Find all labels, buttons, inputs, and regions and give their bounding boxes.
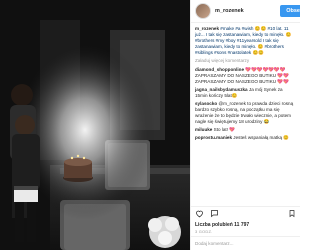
avatar[interactable] bbox=[195, 3, 211, 19]
post-photo[interactable] bbox=[0, 0, 190, 250]
comment-text: Sto lat! 💖 bbox=[213, 127, 235, 132]
add-comment-input[interactable]: Dodaj komentarz... bbox=[191, 236, 300, 250]
heart-icon[interactable] bbox=[195, 205, 204, 223]
caption-username[interactable]: m_rozenek bbox=[195, 26, 219, 31]
action-bar bbox=[191, 206, 300, 220]
comment-item: jagna_nailsbydamuszka Ja mój Synek za 15… bbox=[195, 87, 296, 99]
comment-username[interactable]: sylasocko bbox=[195, 101, 217, 106]
like-count[interactable]: Liczba polubień 11 797 bbox=[195, 222, 249, 228]
post-side-panel: m_rozenek Obse m_rozenek #make #a #wish … bbox=[190, 0, 300, 250]
caption: m_rozenek #make #a #wish 😊😊 #10 lat. 11 … bbox=[195, 26, 296, 56]
comment-text: Jesteś wspaniałą matką 😊 bbox=[233, 135, 290, 140]
comment-item: poprostu.maniek Jesteś wspaniałą matką 😊 bbox=[195, 135, 296, 141]
bookmark-icon[interactable] bbox=[288, 205, 296, 223]
comment-item: miluuke Sto lat! 💖 bbox=[195, 127, 296, 133]
load-more-comments[interactable]: Załaduj więcej komentarzy bbox=[195, 58, 296, 64]
post-username[interactable]: m_rozenek bbox=[215, 8, 244, 14]
comment-username[interactable]: miluuke bbox=[195, 127, 212, 132]
post-age: 3 GODZ. bbox=[195, 229, 213, 234]
comment-username[interactable]: diamond_shopponline bbox=[195, 67, 244, 72]
comment-username[interactable]: poprostu.maniek bbox=[195, 135, 232, 140]
comment-username[interactable]: jagna_nailsbydamuszka bbox=[195, 87, 248, 92]
comment-item: sylasocko @m_rozenek to prawda dzieci ro… bbox=[195, 101, 296, 125]
post-header: m_rozenek Obse bbox=[191, 0, 300, 23]
instagram-post: m_rozenek Obse m_rozenek #make #a #wish … bbox=[0, 0, 300, 250]
comment-icon[interactable] bbox=[210, 205, 219, 223]
comment-item: diamond_shopponline 💖💖💖💖💖💖💖 ZAPRASZAMY D… bbox=[195, 67, 296, 85]
comments-list: m_rozenek #make #a #wish 😊😊 #10 lat. 11 … bbox=[191, 23, 300, 141]
follow-button[interactable]: Obse bbox=[280, 5, 300, 17]
birthday-photo-illustration bbox=[0, 0, 190, 250]
